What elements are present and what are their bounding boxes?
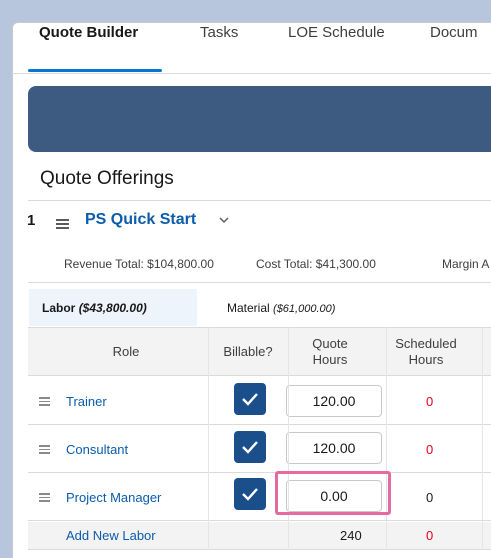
subtab-material-amount: ($61,000.00) [273, 303, 336, 315]
subtab-labor[interactable]: Labor ($43,800.00) [42, 301, 147, 315]
divider [28, 200, 491, 201]
total-quote-hours: 240 [340, 528, 362, 543]
drag-handle-icon[interactable] [39, 493, 50, 504]
table-row: Trainer 120.00 0 [28, 377, 491, 425]
subtab-labor-label: Labor [42, 301, 76, 315]
billable-checkbox[interactable] [234, 431, 266, 463]
drag-handle-icon[interactable] [56, 219, 69, 231]
header-banner [28, 86, 491, 152]
column-separator [386, 327, 387, 550]
tab-tasks[interactable]: Tasks [200, 24, 238, 41]
column-separator [482, 327, 483, 550]
cost-total: Cost Total: $41,300.00 [256, 257, 376, 271]
column-header-role: Role [112, 344, 140, 359]
chevron-down-icon[interactable] [218, 213, 230, 229]
subtab-material[interactable]: Material ($61,000.00) [227, 301, 335, 315]
role-link[interactable]: Trainer [66, 394, 107, 409]
column-separator [288, 327, 289, 550]
column-header-quote-hours-line1: Quote [312, 336, 348, 351]
column-header-billable: Billable? [223, 344, 273, 359]
revenue-total: Revenue Total: $104,800.00 [64, 257, 214, 271]
tab-documents[interactable]: Docum [430, 24, 478, 41]
column-header-scheduled-hours: Scheduled Hours [388, 336, 464, 368]
role-link[interactable]: Consultant [66, 442, 128, 457]
checkmark-icon [242, 488, 258, 501]
scheduled-hours-value: 0 [426, 442, 434, 457]
tab-loe-schedule[interactable]: LOE Schedule [288, 24, 385, 41]
subtab-material-label: Material [227, 301, 270, 315]
column-header-scheduled-line1: Scheduled [395, 336, 457, 351]
scheduled-hours-value: 0 [426, 490, 434, 505]
role-link[interactable]: Project Manager [66, 490, 161, 505]
scheduled-hours-value: 0 [426, 394, 434, 409]
table-row: Consultant 120.00 0 [28, 425, 491, 473]
checkmark-icon [242, 441, 258, 454]
table-row: Project Manager 0.00 0 [28, 473, 491, 521]
focus-highlight [275, 471, 391, 515]
offering-number: 1 [27, 212, 36, 229]
add-new-labor-link[interactable]: Add New Labor [66, 528, 156, 543]
quote-hours-input[interactable]: 120.00 [286, 385, 382, 417]
divider [28, 282, 491, 283]
drag-handle-icon[interactable] [39, 397, 50, 408]
drag-handle-icon[interactable] [39, 445, 50, 456]
column-separator [208, 327, 209, 550]
column-header-scheduled-line2: Hours [408, 352, 444, 367]
column-header-quote-hours: Quote Hours [290, 336, 370, 368]
billable-checkbox[interactable] [234, 383, 266, 415]
checkmark-icon [242, 393, 258, 406]
tab-quote-builder[interactable]: Quote Builder [39, 24, 138, 41]
margin-total: Margin A [442, 257, 490, 271]
column-header-quote-hours-line2: Hours [312, 352, 348, 367]
section-title: Quote Offerings [40, 168, 174, 189]
subtab-labor-amount: ($43,800.00) [78, 301, 147, 315]
active-tab-indicator [28, 69, 162, 72]
table-footer: Add New Labor 240 0 [28, 522, 491, 550]
quote-hours-input[interactable]: 120.00 [286, 432, 382, 464]
billable-checkbox[interactable] [234, 478, 266, 510]
offering-name-link[interactable]: PS Quick Start [85, 211, 196, 229]
table-header: Role Billable? Quote Hours Scheduled Hou… [28, 327, 491, 376]
total-scheduled-hours: 0 [426, 528, 434, 543]
